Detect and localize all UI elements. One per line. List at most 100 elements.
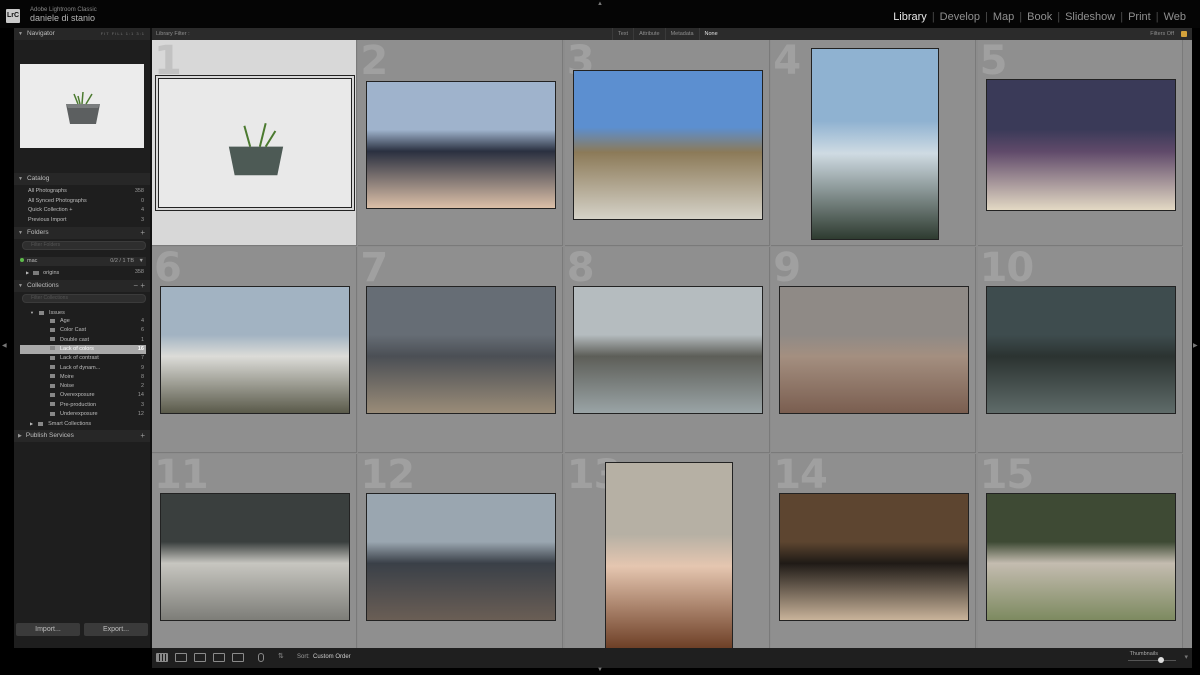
bottom-panel-toggle-icon[interactable]: ▼ bbox=[597, 667, 603, 673]
grid-cell[interactable]: 1 bbox=[152, 40, 357, 246]
grid-cell[interactable]: 14 bbox=[771, 454, 977, 648]
module-library[interactable]: Library bbox=[891, 11, 929, 23]
loupe-view-icon[interactable] bbox=[175, 653, 187, 662]
collection-item[interactable]: Moire 8 bbox=[20, 373, 146, 382]
collection-item[interactable]: Lack of contrast 7 bbox=[20, 354, 146, 363]
photo-thumbnail[interactable] bbox=[604, 462, 733, 648]
collections-options-icon[interactable]: − + bbox=[133, 280, 145, 292]
photo-thumbnail[interactable] bbox=[155, 75, 355, 211]
photo-thumbnail[interactable] bbox=[811, 48, 940, 240]
filter-presets-dropdown[interactable]: Filters Off bbox=[1150, 28, 1174, 40]
expand-icon[interactable]: ▶ bbox=[26, 270, 29, 275]
photo-thumbnail[interactable] bbox=[985, 493, 1176, 621]
photo-thumbnail[interactable] bbox=[160, 493, 350, 621]
grid-cell[interactable]: 2 bbox=[358, 40, 564, 246]
photo-thumbnail[interactable] bbox=[366, 493, 557, 621]
photo-thumbnail[interactable] bbox=[985, 79, 1176, 211]
navigator-zoom-options[interactable]: FIT FILL 1:1 3:1 bbox=[101, 28, 145, 40]
lock-icon[interactable] bbox=[1181, 31, 1187, 37]
catalog-item[interactable]: Previous Import 3 bbox=[20, 216, 146, 225]
folder-row[interactable]: ▶ origins 358 bbox=[20, 268, 146, 277]
grid-cell[interactable]: 4 bbox=[771, 40, 977, 246]
module-map[interactable]: Map bbox=[991, 11, 1016, 23]
publish-services-header[interactable]: ▶ Publish Services + bbox=[14, 430, 150, 442]
grid-cell[interactable]: 15 bbox=[977, 454, 1183, 648]
people-view-icon[interactable] bbox=[232, 653, 244, 662]
photo-thumbnail[interactable] bbox=[779, 286, 970, 414]
photo-thumbnail[interactable] bbox=[366, 81, 557, 209]
grid-cell[interactable]: 6 bbox=[152, 247, 357, 453]
right-panel-toggle-icon[interactable]: ▶ bbox=[1193, 342, 1198, 349]
collection-set-issues[interactable]: ▼ Issues bbox=[20, 308, 146, 317]
collection-item[interactable]: Noise 2 bbox=[20, 382, 146, 391]
grid-cell[interactable]: 9 bbox=[771, 247, 977, 453]
catalog-item[interactable]: All Photographs 358 bbox=[20, 187, 146, 196]
filter-tab-attribute[interactable]: Attribute bbox=[633, 28, 664, 40]
toolbar-options-icon[interactable]: ▾ bbox=[1184, 653, 1188, 661]
folder-filter-input[interactable]: Filter Folders bbox=[22, 241, 146, 250]
navigator-header[interactable]: ▼ Navigator FIT FILL 1:1 3:1 bbox=[14, 28, 150, 40]
sort-direction-icon[interactable]: ⇅ bbox=[278, 652, 288, 661]
collapse-icon[interactable]: ▼ bbox=[18, 283, 23, 289]
module-web[interactable]: Web bbox=[1162, 11, 1188, 23]
import-button[interactable]: Import... bbox=[16, 623, 80, 636]
catalog-item[interactable]: Quick Collection + 4 bbox=[20, 206, 146, 215]
collapse-icon[interactable]: ▼ bbox=[18, 176, 23, 182]
export-button[interactable]: Export... bbox=[84, 623, 148, 636]
module-book[interactable]: Book bbox=[1025, 11, 1054, 23]
module-print[interactable]: Print bbox=[1126, 11, 1153, 23]
survey-view-icon[interactable] bbox=[213, 653, 225, 662]
module-slideshow[interactable]: Slideshow bbox=[1063, 11, 1117, 23]
expand-icon[interactable]: ▼ bbox=[30, 310, 34, 315]
thumbnail-size-slider[interactable] bbox=[1128, 660, 1176, 661]
grid-cell[interactable]: 13 bbox=[564, 454, 770, 648]
collection-item[interactable]: Color Cast 6 bbox=[20, 326, 146, 335]
compare-view-icon[interactable] bbox=[194, 653, 206, 662]
expand-icon[interactable]: ▶ bbox=[18, 433, 22, 439]
painter-icon[interactable] bbox=[258, 653, 264, 662]
photo-thumbnail[interactable] bbox=[779, 493, 970, 621]
sort-dropdown[interactable]: Custom Order bbox=[313, 654, 351, 660]
grid-cell[interactable]: 11 bbox=[152, 454, 357, 648]
collections-header[interactable]: ▼ Collections − + bbox=[14, 280, 150, 292]
grid-view-icon[interactable] bbox=[156, 653, 168, 662]
photo-thumbnail[interactable] bbox=[985, 286, 1176, 414]
grid-cell[interactable]: 10 bbox=[977, 247, 1183, 453]
grid-cell[interactable]: 12 bbox=[358, 454, 564, 648]
collection-item[interactable]: Pre-production 3 bbox=[20, 401, 146, 410]
collection-item[interactable]: Lack of colors 16 bbox=[20, 344, 146, 354]
filter-tab-text[interactable]: Text bbox=[612, 28, 633, 40]
collapse-icon[interactable]: ▼ bbox=[18, 230, 23, 236]
catalog-header[interactable]: ▼ Catalog bbox=[14, 173, 150, 185]
add-folder-icon[interactable]: + bbox=[140, 227, 145, 239]
expand-icon[interactable]: ▶ bbox=[30, 421, 33, 426]
filter-tab-metadata[interactable]: Metadata bbox=[664, 28, 699, 40]
catalog-item[interactable]: All Synced Photographs 0 bbox=[20, 197, 146, 206]
collection-item[interactable]: Overexposure 14 bbox=[20, 391, 146, 400]
collection-item[interactable]: Underexposure 12 bbox=[20, 410, 146, 419]
grid-cell[interactable]: 7 bbox=[358, 247, 564, 453]
photo-thumbnail[interactable] bbox=[160, 286, 350, 414]
grid-cell[interactable]: 3 bbox=[564, 40, 770, 246]
filter-tab-none[interactable]: None bbox=[698, 28, 723, 40]
photo-thumbnail[interactable] bbox=[366, 286, 557, 414]
smart-collections-set[interactable]: ▶ Smart Collections bbox=[20, 419, 146, 428]
grid-cell[interactable]: 8 bbox=[564, 247, 770, 453]
module-develop[interactable]: Develop bbox=[938, 11, 982, 23]
add-publish-service-icon[interactable]: + bbox=[140, 430, 145, 442]
thumbnail-size-slider-knob[interactable] bbox=[1158, 657, 1164, 663]
collapse-icon[interactable]: ▼ bbox=[18, 31, 23, 37]
left-panel-toggle-icon[interactable]: ◀ bbox=[2, 342, 7, 349]
photo-thumbnail[interactable] bbox=[572, 70, 763, 220]
volume-row[interactable]: mac 0/2 / 1 TB ▼ bbox=[20, 257, 146, 266]
collection-item[interactable]: Lack of dynam... 9 bbox=[20, 364, 146, 373]
folders-header[interactable]: ▼ Folders + bbox=[14, 227, 150, 239]
navigator-preview[interactable] bbox=[20, 64, 144, 148]
photo-thumbnail[interactable] bbox=[572, 286, 763, 414]
collection-item[interactable]: Age 4 bbox=[20, 317, 146, 326]
volume-dropdown-icon[interactable]: ▼ bbox=[139, 257, 144, 266]
grid-cell[interactable]: 5 bbox=[977, 40, 1183, 246]
collection-filter-input[interactable]: Filter Collections bbox=[22, 294, 146, 303]
collection-item[interactable]: Double cast 1 bbox=[20, 336, 146, 345]
top-panel-toggle-icon[interactable]: ▲ bbox=[597, 1, 603, 7]
